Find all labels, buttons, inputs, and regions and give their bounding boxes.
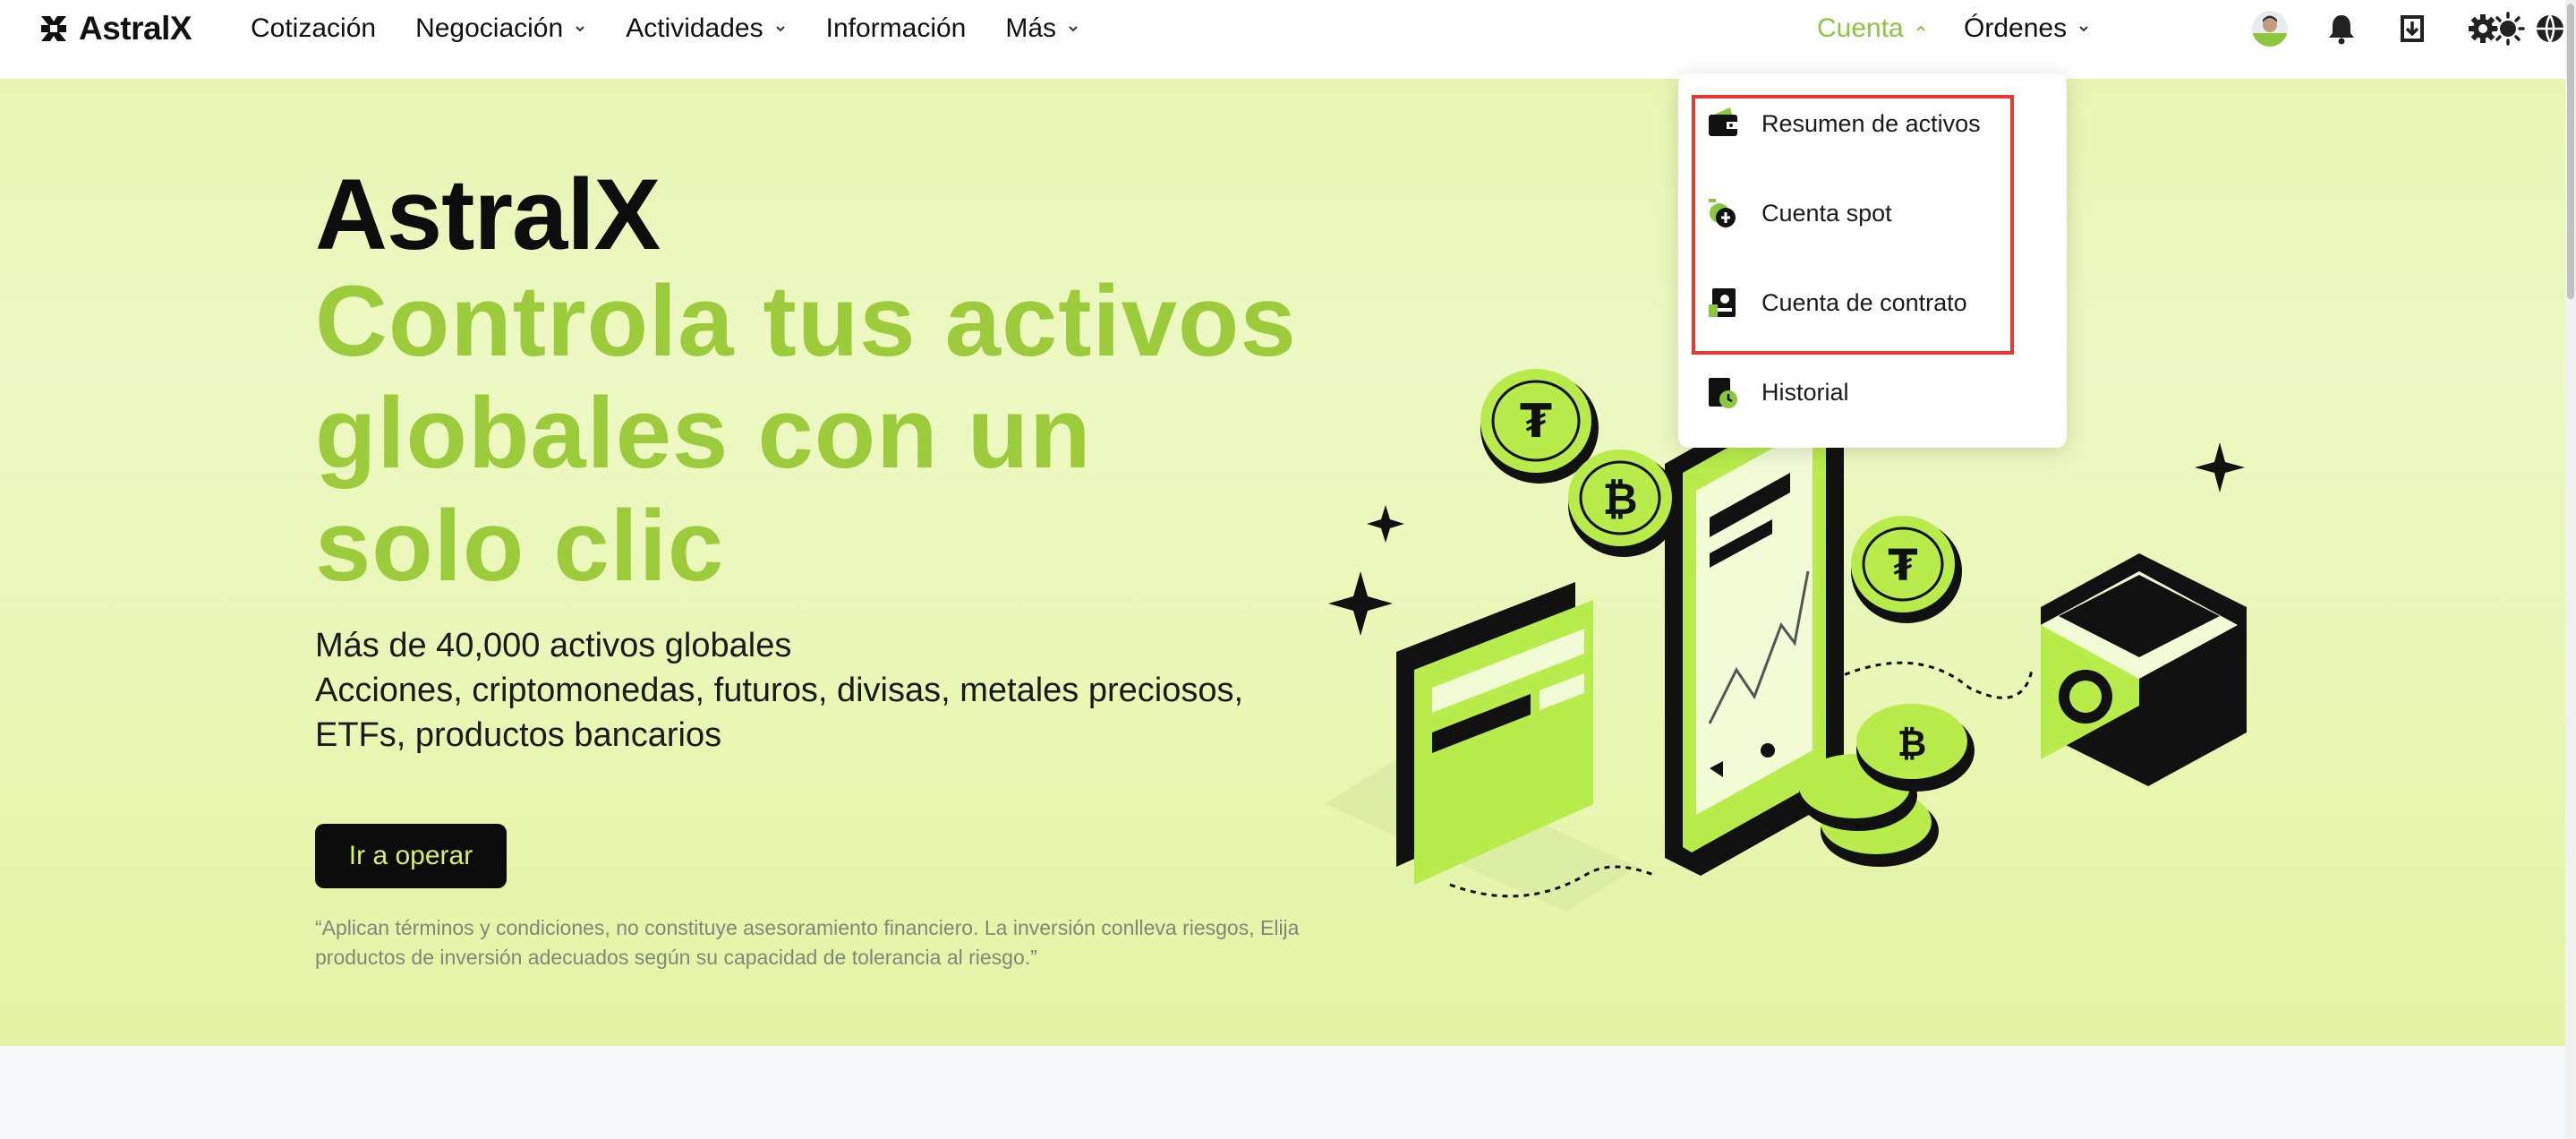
top-navbar: AstralX Cotización Negociación Actividad…: [0, 0, 2565, 79]
menu-item-label: Cuenta de contrato: [1761, 288, 1967, 316]
chevron-down-icon: [576, 26, 584, 32]
disclaimer-text: “Aplican términos y condiciones, no cons…: [315, 916, 1300, 970]
nav-links: Cotización Negociación Actividades Infor…: [251, 11, 1119, 47]
chevron-down-icon: [2079, 26, 2088, 32]
menu-item-asset-summary[interactable]: Resumen de activos: [1678, 79, 2067, 168]
spot-account-icon: [1709, 199, 1736, 227]
avatar-icon: [2252, 11, 2288, 47]
bottom-area: [0, 1046, 2565, 1139]
menu-item-contract-account[interactable]: Cuenta de contrato: [1678, 258, 2067, 347]
logo-text: AstralX: [79, 10, 192, 47]
download-icon[interactable]: [2393, 11, 2432, 47]
nav-item-ordenes[interactable]: Órdenes: [1964, 11, 2090, 47]
theme-toggle-icon[interactable]: [2488, 11, 2528, 47]
page-scrollbar[interactable]: [2565, 0, 2576, 1139]
avatar[interactable]: [2250, 11, 2290, 47]
nav-item-label: Cuenta: [1817, 13, 1904, 43]
hero-subtitle-line: ETFs, productos bancarios: [315, 716, 722, 755]
nav-item-label: Cotización: [251, 13, 377, 43]
bell-icon[interactable]: [2322, 11, 2361, 47]
history-icon: [1709, 378, 1737, 408]
menu-item-label: Resumen de activos: [1761, 109, 1981, 137]
chevron-up-icon: [1916, 25, 1925, 31]
wallet-icon: [1709, 107, 1737, 136]
go-trade-button[interactable]: Ir a operar: [315, 824, 507, 888]
nav-item-label: Negociación: [415, 13, 564, 43]
svg-text:₮: ₮: [1888, 541, 1917, 591]
nav-item-label: Órdenes: [1964, 13, 2068, 43]
menu-item-history[interactable]: Historial: [1678, 347, 2067, 437]
hero-subtitle-line: Acciones, criptomonedas, futuros, divisa…: [315, 672, 1244, 710]
account-dropdown-menu: Resumen de activos Cuenta spot Cuenta de…: [1678, 73, 2067, 448]
svg-text:₮: ₮: [1520, 395, 1552, 449]
nav-item-label: Más: [1005, 13, 1057, 43]
nav-item-cuenta[interactable]: Cuenta: [1817, 11, 1927, 47]
nav-item-label: Actividades: [626, 13, 763, 43]
menu-item-spot-account[interactable]: Cuenta spot: [1678, 168, 2067, 258]
logo[interactable]: AstralX: [36, 10, 192, 47]
svg-text:₿: ₿: [1898, 724, 1927, 765]
nav-item-label: Información: [825, 13, 967, 43]
svg-text:₿: ₿: [1602, 475, 1637, 525]
hero-subtitle-line: Más de 40,000 activos globales: [315, 627, 792, 664]
nav-item-actividades[interactable]: Actividades: [626, 13, 786, 44]
nav-item-cotizacion[interactable]: Cotización: [251, 13, 376, 44]
globe-icon[interactable]: [2535, 11, 2565, 47]
menu-item-label: Historial: [1761, 378, 1849, 406]
hero-headline: Controla tus activos globales con un sol…: [315, 265, 1297, 602]
nav-item-mas[interactable]: Más: [1005, 13, 1079, 44]
logo-mark-icon: [41, 16, 66, 41]
chevron-down-icon: [1069, 26, 1078, 32]
nav-right: Cuenta Órdenes: [1790, 11, 2565, 47]
scrollbar-thumb[interactable]: [2567, 4, 2574, 299]
contract-account-icon: [1709, 288, 1736, 317]
nav-item-negociacion[interactable]: Negociación: [415, 13, 586, 44]
chevron-down-icon: [775, 26, 785, 32]
hero-section: AstralX Controla tus activos globales co…: [0, 79, 2565, 1046]
hero-subtitle: Más de 40,000 activos globales Acciones,…: [315, 623, 1300, 758]
menu-item-label: Cuenta spot: [1761, 199, 1892, 227]
hero-brand-title: AstralX: [315, 158, 661, 270]
nav-item-informacion[interactable]: Información: [826, 13, 967, 44]
